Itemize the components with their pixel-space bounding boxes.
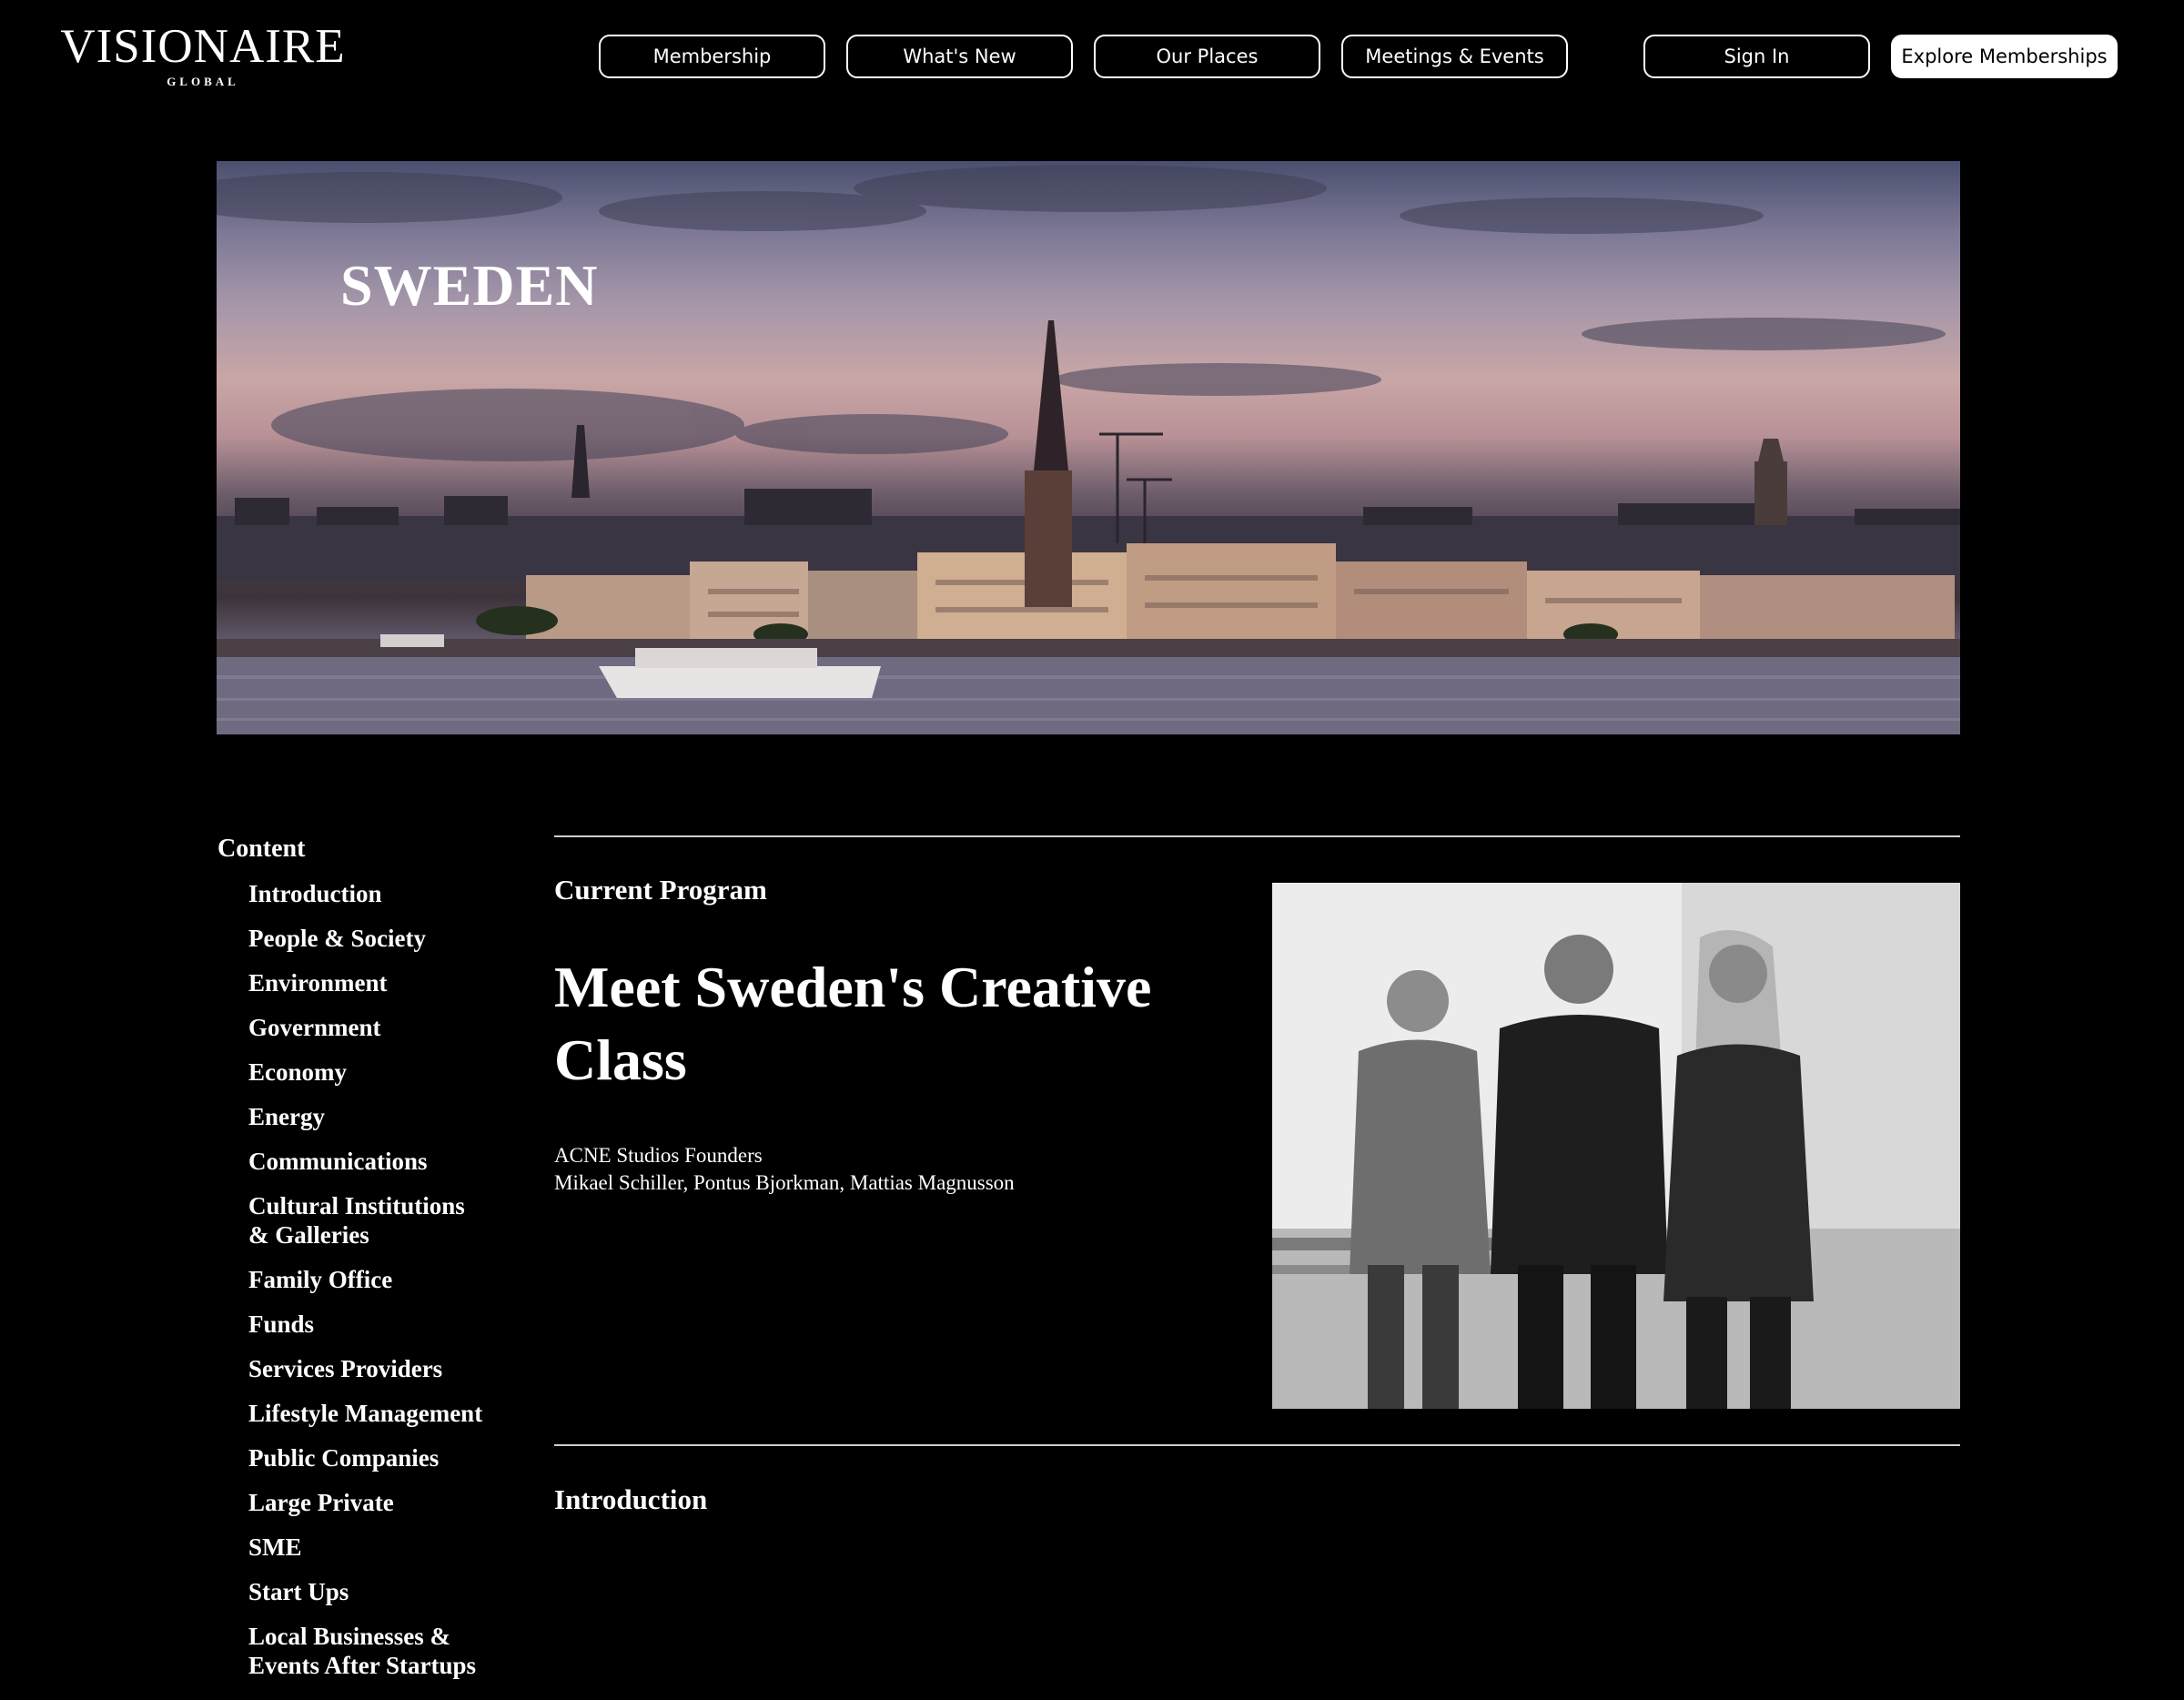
sidebar-item-start-ups[interactable]: Start Ups <box>248 1577 521 1606</box>
sidebar-item-introduction[interactable]: Introduction <box>248 879 521 908</box>
section-divider-top <box>554 835 1960 837</box>
explore-memberships-button[interactable]: Explore Memberships <box>1891 35 2118 78</box>
sidebar-item-services-providers[interactable]: Services Providers <box>248 1354 521 1383</box>
sidebar-item-energy[interactable]: Energy <box>248 1102 521 1131</box>
sidebar-nav: Introduction People & Society Environmen… <box>248 879 521 1695</box>
sidebar-item-cultural-institutions[interactable]: Cultural Institutions & Galleries <box>248 1191 521 1250</box>
sidebar-item-government[interactable]: Government <box>248 1013 521 1042</box>
logo-wordmark: VISIONAIRE <box>60 20 346 73</box>
visionaire-logo[interactable]: VISIONAIRE GLOBAL <box>56 20 349 89</box>
caption-line-1: ACNE Studios Founders <box>554 1144 763 1167</box>
founders-photo <box>1272 883 1960 1409</box>
sidebar-heading: Content <box>217 835 306 863</box>
introduction-heading: Introduction <box>554 1483 708 1515</box>
current-program-label: Current Program <box>554 874 767 906</box>
hero-title: SWEDEN <box>340 253 599 318</box>
section-divider-bottom <box>554 1444 1960 1446</box>
hero-banner: SWEDEN <box>217 161 1960 734</box>
site-header: VISIONAIRE GLOBAL Membership What's New … <box>0 0 2184 118</box>
sidebar-item-people-society[interactable]: People & Society <box>248 924 521 953</box>
sidebar-item-communications[interactable]: Communications <box>248 1147 521 1176</box>
sidebar-item-public-companies[interactable]: Public Companies <box>248 1443 521 1472</box>
sidebar-item-economy[interactable]: Economy <box>248 1057 521 1087</box>
nav-meetings-events-button[interactable]: Meetings & Events <box>1341 35 1568 78</box>
nav-membership-button[interactable]: Membership <box>599 35 825 78</box>
nav-whats-new-button[interactable]: What's New <box>846 35 1073 78</box>
sidebar-item-family-office[interactable]: Family Office <box>248 1265 521 1294</box>
program-title: Meet Sweden's Creative Class <box>554 955 1152 1092</box>
sidebar-item-sme[interactable]: SME <box>248 1533 521 1562</box>
sidebar-item-large-private[interactable]: Large Private <box>248 1488 521 1517</box>
caption-line-2: Mikael Schiller, Pontus Bjorkman, Mattia… <box>554 1171 1015 1194</box>
sidebar-item-environment[interactable]: Environment <box>248 968 521 997</box>
program-caption: ACNE Studios Founders Mikael Schiller, P… <box>554 1142 1015 1197</box>
stockholm-skyline-image <box>217 165 1960 734</box>
sidebar-item-funds[interactable]: Funds <box>248 1310 521 1339</box>
nav-our-places-button[interactable]: Our Places <box>1094 35 1320 78</box>
sign-in-button[interactable]: Sign In <box>1643 35 1870 78</box>
logo-subtitle: GLOBAL <box>167 75 239 88</box>
sidebar-item-local-businesses[interactable]: Local Businesses & Events After Startups <box>248 1622 521 1680</box>
sidebar-item-lifestyle-management[interactable]: Lifestyle Management <box>248 1399 521 1428</box>
